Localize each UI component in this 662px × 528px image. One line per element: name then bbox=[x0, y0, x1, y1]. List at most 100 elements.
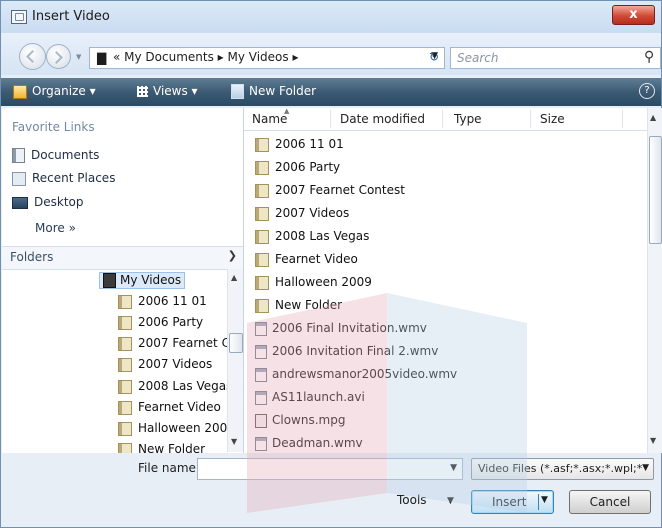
list-item[interactable]: 2007 Fearnet Contest bbox=[255, 183, 405, 198]
dialog-footer: File name: ▼ Video Files (*.asf;*.asx;*.… bbox=[1, 453, 661, 527]
address-bar: ▼ ▇ « My Documents ▸ My Videos ▸ ▼ Searc… bbox=[1, 33, 661, 75]
tree-item[interactable]: 2006 11 01 bbox=[118, 294, 207, 309]
scroll-up-icon[interactable]: ▲ bbox=[231, 273, 237, 282]
column-divider bbox=[330, 110, 331, 128]
cancel-label: Cancel bbox=[589, 495, 631, 509]
folders-toggle[interactable]: Folders ❯ bbox=[2, 246, 243, 270]
breadcrumb[interactable]: ▇ « My Documents ▸ My Videos ▸ ▼ bbox=[89, 47, 445, 69]
list-item[interactable]: AS11launch.avi bbox=[255, 390, 365, 405]
more-link[interactable]: More » bbox=[35, 221, 76, 235]
tree-scrollbar[interactable]: ▲ ▼ bbox=[227, 269, 243, 452]
file-list-scrollbar[interactable]: ▲ ▼ bbox=[647, 108, 662, 453]
list-item[interactable]: 2006 Final Invitation.wmv bbox=[255, 321, 427, 336]
tools-button[interactable]: Tools bbox=[397, 493, 427, 507]
insert-label: Insert bbox=[492, 495, 527, 509]
media-file-icon bbox=[255, 413, 267, 428]
folder-icon bbox=[255, 252, 269, 267]
video-file-icon bbox=[255, 321, 267, 336]
tree-item[interactable]: New Folder bbox=[118, 442, 205, 453]
search-input[interactable]: Search ⚲ bbox=[450, 47, 661, 69]
chevron-down-icon[interactable]: ❯ bbox=[228, 249, 237, 262]
column-name[interactable]: Name bbox=[252, 112, 287, 126]
tree-scroll-thumb[interactable] bbox=[229, 333, 243, 353]
recent-pages-icon[interactable]: ▼ bbox=[76, 53, 81, 61]
folder-icon bbox=[255, 229, 269, 244]
tree-item-my-videos[interactable]: My Videos bbox=[99, 272, 186, 289]
column-date-modified[interactable]: Date modified bbox=[340, 112, 425, 126]
scroll-down-icon[interactable]: ▼ bbox=[231, 437, 237, 446]
video-file-icon bbox=[255, 344, 267, 359]
chevron-down-icon[interactable]: ▼ bbox=[450, 463, 457, 473]
folder-icon bbox=[118, 442, 132, 453]
folder-icon bbox=[118, 421, 132, 436]
video-file-icon bbox=[255, 367, 267, 382]
favorite-documents[interactable]: Documents bbox=[12, 148, 99, 163]
list-item[interactable]: Fearnet Video bbox=[255, 252, 358, 267]
chevron-down-icon[interactable]: ▼ bbox=[541, 495, 548, 505]
list-item[interactable]: New Folder bbox=[255, 298, 342, 313]
chevron-down-icon[interactable]: ▼ bbox=[642, 463, 649, 473]
folder-icon bbox=[118, 357, 132, 372]
list-item[interactable]: 2006 Party bbox=[255, 160, 340, 175]
tree-item[interactable]: 2007 Fearnet C bbox=[118, 336, 227, 351]
refresh-icon[interactable]: ↻ bbox=[424, 47, 444, 67]
list-item[interactable]: Halloween 2009 bbox=[255, 275, 372, 290]
folder-icon bbox=[255, 160, 269, 175]
column-divider bbox=[530, 110, 531, 128]
favorite-desktop[interactable]: Desktop bbox=[12, 195, 84, 209]
folder-icon bbox=[118, 379, 132, 394]
new-folder-button[interactable]: New Folder bbox=[231, 84, 316, 99]
views-button[interactable]: Views ▾ bbox=[137, 84, 198, 98]
help-icon[interactable]: ? bbox=[639, 83, 655, 99]
forward-button[interactable] bbox=[46, 44, 71, 69]
folder-icon bbox=[255, 206, 269, 221]
list-item[interactable]: andrewsmanor2005video.wmv bbox=[255, 367, 457, 382]
scroll-up-icon[interactable]: ▲ bbox=[650, 113, 656, 122]
command-toolbar: Organize ▾ Views ▾ New Folder ? bbox=[1, 78, 661, 106]
column-divider bbox=[442, 110, 443, 128]
window-title: Insert Video bbox=[32, 9, 110, 24]
file-list-scroll-thumb[interactable] bbox=[649, 136, 662, 244]
new-folder-icon bbox=[231, 84, 244, 99]
folder-icon bbox=[255, 137, 269, 152]
column-type[interactable]: Type bbox=[454, 112, 482, 126]
video-file-icon bbox=[255, 390, 267, 405]
list-item[interactable]: 2007 Videos bbox=[255, 206, 349, 221]
list-item[interactable]: Deadman.wmv bbox=[255, 436, 363, 451]
insert-button[interactable]: Insert ▼ bbox=[471, 490, 554, 514]
recent-places-icon bbox=[12, 171, 26, 186]
file-name-field[interactable]: ▼ bbox=[197, 458, 463, 480]
favorite-links-heading: Favorite Links bbox=[12, 120, 95, 134]
tree-item[interactable]: 2007 Videos bbox=[118, 357, 212, 372]
list-item[interactable]: 2006 Invitation Final 2.wmv bbox=[255, 344, 438, 359]
column-header-row: ▲ Name Date modified Type Size bbox=[244, 107, 647, 131]
videos-folder-icon: ▇ bbox=[97, 51, 107, 65]
folder-icon bbox=[255, 183, 269, 198]
close-button[interactable]: x bbox=[612, 5, 655, 25]
search-placeholder: Search bbox=[457, 51, 499, 65]
file-type-select[interactable]: Video Files (*.asf;*.asx;*.wpl;* ▼ bbox=[471, 458, 654, 480]
chevron-down-icon[interactable]: ▼ bbox=[447, 496, 454, 506]
column-size[interactable]: Size bbox=[540, 112, 565, 126]
file-name-label: File name: bbox=[138, 461, 200, 475]
navigation-pane: Favorite Links Documents Recent Places D… bbox=[2, 108, 244, 453]
tree-item[interactable]: Fearnet Video bbox=[118, 400, 221, 415]
back-button[interactable] bbox=[19, 43, 46, 70]
list-item[interactable]: Clowns.mpg bbox=[255, 413, 345, 428]
video-icon bbox=[11, 10, 27, 24]
favorite-recent-places[interactable]: Recent Places bbox=[12, 171, 115, 186]
tree-item[interactable]: 2008 Las Vegas bbox=[118, 379, 227, 394]
tree-item[interactable]: 2006 Party bbox=[118, 315, 203, 330]
file-type-value: Video Files (*.asf;*.asx;*.wpl;* bbox=[478, 462, 643, 475]
tree-item[interactable]: Halloween 200 bbox=[118, 421, 227, 436]
scroll-down-icon[interactable]: ▼ bbox=[650, 436, 656, 445]
list-item[interactable]: 2008 Las Vegas bbox=[255, 229, 369, 244]
search-icon[interactable]: ⚲ bbox=[644, 49, 654, 65]
folder-icon bbox=[255, 275, 269, 290]
list-item[interactable]: 2006 11 01 bbox=[255, 137, 344, 152]
breadcrumb-path[interactable]: « My Documents ▸ My Videos ▸ bbox=[113, 50, 298, 64]
organize-button[interactable]: Organize ▾ bbox=[13, 84, 96, 99]
folder-tree: My Videos 2006 11 01 2006 Party 2007 Fea… bbox=[2, 269, 227, 453]
cancel-button[interactable]: Cancel bbox=[569, 490, 651, 514]
organize-icon bbox=[13, 84, 27, 99]
